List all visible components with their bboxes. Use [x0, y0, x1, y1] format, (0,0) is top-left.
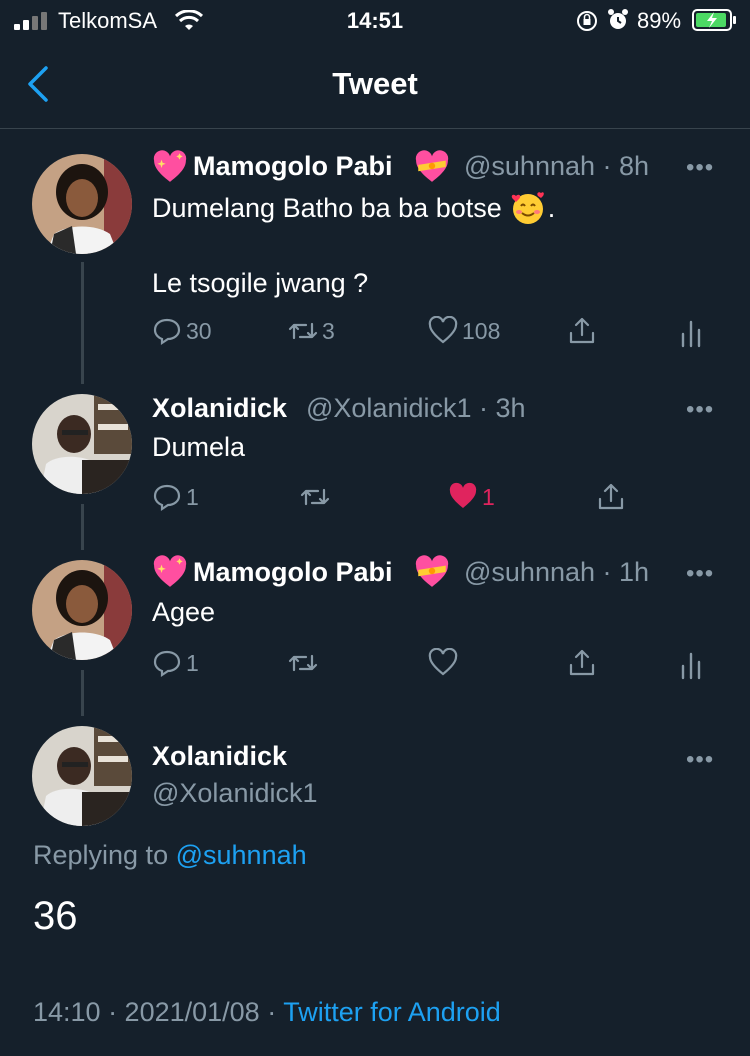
nav-bar: Tweet: [0, 40, 750, 129]
share-icon: [569, 649, 595, 676]
tweet-text: Dumelang Batho ba ba botse: [152, 192, 502, 223]
reply-icon: [153, 650, 181, 678]
like-count: 108: [462, 317, 501, 344]
reply-button[interactable]: 1: [152, 482, 199, 512]
retweet-button[interactable]: 3: [288, 316, 335, 346]
analytics-button[interactable]: [676, 650, 706, 680]
avatar[interactable]: [32, 726, 132, 826]
tweet-text: Dumela: [152, 432, 246, 462]
sparkling-heart-emoji: [153, 555, 187, 587]
like-button[interactable]: 108: [428, 316, 500, 346]
heart-filled-icon: [449, 482, 477, 508]
status-bar: TelkomSA 14:51 89%: [0, 0, 750, 40]
share-icon: [598, 483, 624, 510]
focused-tweet-text: 36: [33, 894, 78, 938]
more-options-icon[interactable]: •••: [686, 746, 714, 774]
display-name[interactable]: Mamogolo Pabi: [193, 557, 393, 588]
reply-count: 1: [186, 649, 199, 676]
period-text: .: [547, 192, 556, 223]
analytics-icon: [681, 652, 701, 680]
avatar[interactable]: [32, 560, 132, 660]
like-button[interactable]: 1: [448, 482, 495, 512]
retweet-icon: [288, 654, 318, 672]
like-count: 1: [482, 483, 495, 510]
avatar-photo: [32, 154, 132, 254]
replying-to-label: Replying to: [33, 840, 169, 870]
retweet-button[interactable]: [300, 482, 330, 512]
avatar-photo: [32, 394, 132, 494]
share-button[interactable]: [567, 316, 597, 346]
more-options-icon[interactable]: •••: [686, 396, 714, 424]
battery-charging-icon: [692, 9, 736, 31]
tweet-text-line: Dumelang Batho ba ba botse .: [152, 190, 555, 226]
tweet-metadata: 14:10 · 2021/01/08 · Twitter for Android: [33, 997, 501, 1028]
tweet-text: Agee: [152, 597, 216, 627]
reply-icon: [153, 318, 181, 346]
thread-connector: [81, 670, 84, 716]
orientation-lock-icon: [577, 11, 597, 31]
reply-count: 30: [186, 317, 212, 344]
replying-to-link[interactable]: @suhnnah: [176, 840, 307, 870]
more-options-icon[interactable]: •••: [686, 560, 714, 588]
timestamp: 14:10 · 2021/01/08 ·: [33, 997, 277, 1027]
thread-connector: [81, 504, 84, 550]
page-title: Tweet: [332, 66, 418, 101]
heart-ribbon-emoji: [415, 555, 449, 587]
source-link[interactable]: Twitter for Android: [283, 997, 501, 1027]
heart-ribbon-emoji: [415, 150, 449, 182]
display-name[interactable]: Xolanidick: [152, 741, 287, 772]
reply-icon: [153, 484, 181, 512]
retweet-count: 3: [322, 317, 335, 344]
thread-connector: [81, 262, 84, 384]
retweet-icon: [288, 322, 318, 340]
more-options-icon[interactable]: •••: [686, 154, 714, 182]
replying-to: Replying to @suhnnah: [33, 840, 307, 871]
handle-and-time[interactable]: @suhnnah · 8h: [464, 151, 649, 182]
reply-button[interactable]: 1: [152, 648, 199, 678]
battery-percent: 89%: [637, 8, 682, 33]
retweet-icon: [300, 488, 330, 506]
share-icon: [569, 317, 595, 344]
handle-and-time[interactable]: @suhnnah · 1h: [464, 557, 649, 588]
heart-icon: [428, 648, 458, 676]
avatar-photo: [32, 560, 132, 660]
share-button[interactable]: [567, 648, 597, 678]
tweet-text: Le tsogile jwang ?: [152, 268, 369, 298]
display-name[interactable]: Mamogolo Pabi: [193, 151, 393, 182]
avatar-photo: [32, 726, 132, 826]
heart-icon: [428, 316, 458, 344]
handle[interactable]: @Xolanidick1: [152, 778, 318, 809]
smiling-face-with-hearts-emoji: [511, 192, 544, 224]
alarm-icon: [608, 9, 628, 29]
share-button[interactable]: [596, 482, 626, 512]
like-button[interactable]: [428, 648, 458, 678]
display-name[interactable]: Xolanidick: [152, 393, 287, 424]
reply-button[interactable]: 30: [152, 316, 212, 346]
avatar[interactable]: [32, 394, 132, 494]
analytics-button[interactable]: [676, 318, 706, 348]
reply-count: 1: [186, 483, 199, 510]
analytics-icon: [681, 320, 701, 348]
avatar[interactable]: [32, 154, 132, 254]
sparkling-heart-emoji: [153, 150, 187, 182]
handle-and-time[interactable]: @Xolanidick1 · 3h: [306, 393, 526, 424]
retweet-button[interactable]: [288, 648, 318, 678]
